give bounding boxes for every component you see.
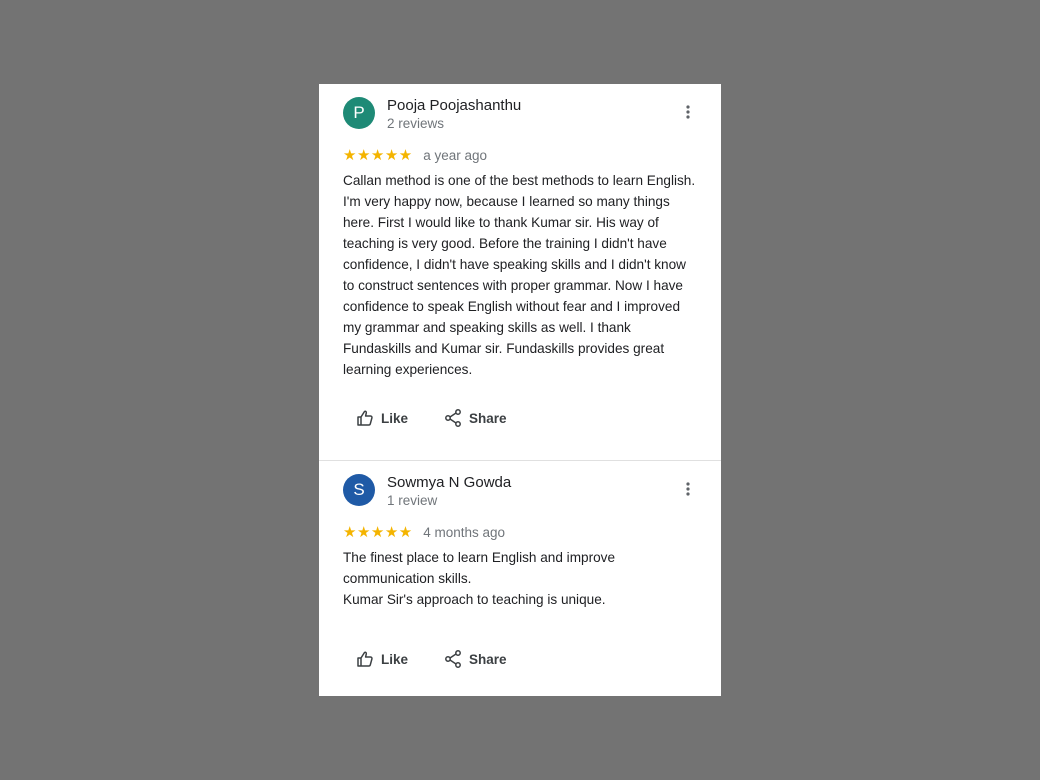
rating-row: ★★★★★ 4 months ago	[343, 523, 505, 543]
avatar[interactable]: S	[343, 474, 375, 506]
review-time: a year ago	[423, 147, 487, 163]
review-card: S Sowmya N Gowda 1 review ★★★★★ 4 months…	[319, 461, 721, 696]
review-text-paragraph: Kumar Sir's approach to teaching is uniq…	[343, 592, 606, 607]
reviewer-name[interactable]: Sowmya N Gowda	[387, 474, 511, 491]
more-vert-icon	[686, 482, 690, 496]
review-card: P Pooja Poojashanthu 2 reviews ★★★★★ a y…	[319, 84, 721, 460]
like-button[interactable]: Like	[355, 642, 408, 676]
share-icon	[445, 650, 461, 668]
thumb-up-icon	[357, 651, 373, 667]
avatar[interactable]: P	[343, 97, 375, 129]
share-button[interactable]: Share	[443, 642, 507, 676]
like-label: Like	[381, 410, 409, 426]
review-text: Callan method is one of the best methods…	[343, 170, 699, 380]
like-button[interactable]: Like	[355, 401, 408, 435]
more-options-button[interactable]	[673, 102, 703, 128]
reviews-panel: P Pooja Poojashanthu 2 reviews ★★★★★ a y…	[319, 84, 721, 696]
review-time: 4 months ago	[423, 524, 506, 540]
like-label: Like	[381, 651, 409, 667]
thumb-up-icon	[357, 410, 373, 426]
share-label: Share	[469, 410, 507, 426]
review-text-paragraph: The finest place to learn English and im…	[343, 550, 616, 586]
share-label: Share	[469, 651, 507, 667]
more-vert-icon	[686, 105, 690, 119]
review-text-paragraph: Callan method is one of the best methods…	[343, 173, 696, 377]
rating-row: ★★★★★ a year ago	[343, 146, 487, 166]
star-rating: ★★★★★	[343, 146, 413, 164]
reviewer-review-count: 2 reviews	[387, 116, 445, 131]
share-button[interactable]: Share	[443, 401, 507, 435]
reviewer-review-count: 1 review	[387, 493, 438, 508]
reviewer-name[interactable]: Pooja Poojashanthu	[387, 97, 521, 114]
star-rating: ★★★★★	[343, 523, 413, 541]
review-text: The finest place to learn English and im…	[343, 547, 699, 610]
share-icon	[445, 409, 461, 427]
more-options-button[interactable]	[673, 479, 703, 505]
